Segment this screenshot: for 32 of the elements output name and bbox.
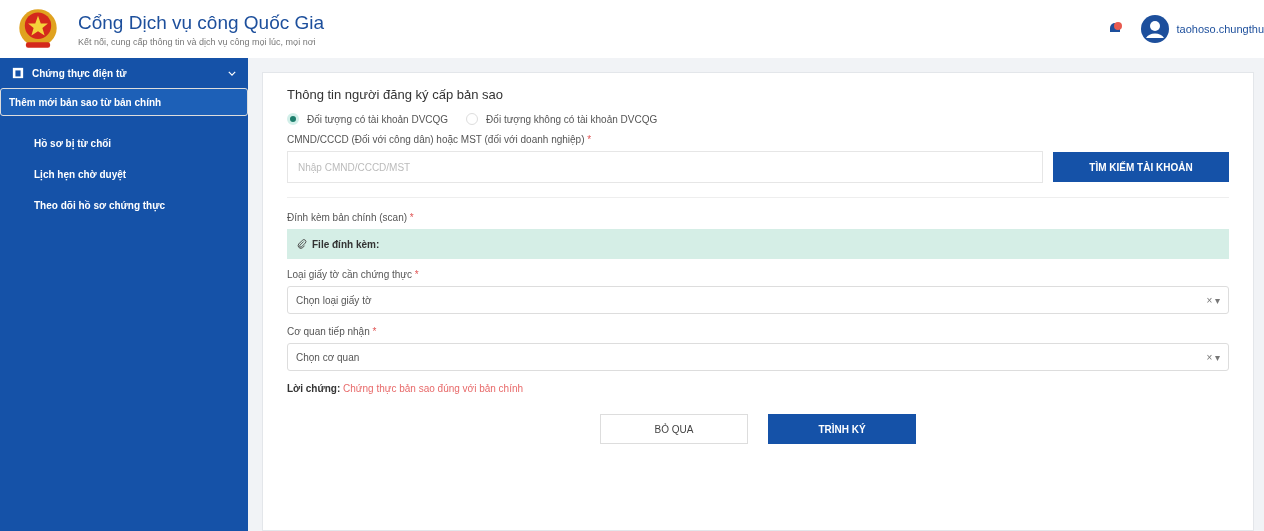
required-mark: * (587, 134, 592, 145)
required-mark: * (409, 212, 414, 223)
chevron-icon (228, 70, 236, 76)
paperclip-icon (297, 239, 307, 249)
select-field[interactable]: Chọn cơ quan × ▾ (287, 343, 1229, 371)
attestation-text: Lời chứng: Chứng thực bản sao đúng với bản chính (287, 383, 525, 394)
required-mark: * (372, 326, 377, 337)
cancel-button[interactable]: BỎ QUA (600, 414, 748, 444)
id-input-field[interactable]: Nhập CMND/CCCD/MST (287, 151, 1043, 183)
radio-option[interactable]: Đối tượng không có tài khoản DVCQG (466, 113, 658, 125)
radio-option[interactable]: Đối tượng có tài khoản DVCQG (287, 113, 449, 125)
section-title: Thông tin người đăng ký cấp bản sao (287, 87, 504, 102)
sidebar-item[interactable]: Lịch hẹn chờ duyệt (0, 159, 248, 190)
site-subtitle: Kết nối, cung cấp thông tin và dịch vụ công mọi lúc, mọi nơi (78, 36, 317, 47)
required-mark: * (414, 269, 419, 280)
sidebar-item[interactable]: Theo dõi hồ sơ chứng thực (0, 190, 248, 221)
document-icon (12, 67, 24, 79)
sidebar-item[interactable]: Thêm mới bản sao từ bản chính (0, 88, 248, 116)
field-label: Đính kèm bản chính (scan) (287, 212, 408, 223)
field-label: Cơ quan tiếp nhận (287, 326, 370, 337)
sidebar-group[interactable]: Chứng thực điện tử (0, 58, 248, 88)
site-title: Cổng Dịch vụ công Quốc Gia (78, 11, 325, 34)
submit-button[interactable]: TRÌNH KÝ (768, 414, 916, 444)
field-label: Loại giấy tờ cần chứng thực (287, 269, 412, 280)
field-label: CMND/CCCD (Đối với công dân) hoặc MST (đối với doanh nghiệp) (287, 134, 585, 145)
search-account-button[interactable]: TÌM KIẾM TÀI KHOẢN (1053, 152, 1229, 182)
username[interactable]: taohoso.chungthu (1176, 23, 1264, 35)
emblem-icon (16, 7, 60, 51)
avatar-icon[interactable] (1140, 15, 1169, 43)
sidebar-item[interactable]: Hồ sơ bị từ chối (0, 128, 248, 159)
attachment-box[interactable]: File đính kèm: (287, 229, 1229, 259)
select-field[interactable]: Chọn loại giấy tờ × ▾ (287, 286, 1229, 314)
